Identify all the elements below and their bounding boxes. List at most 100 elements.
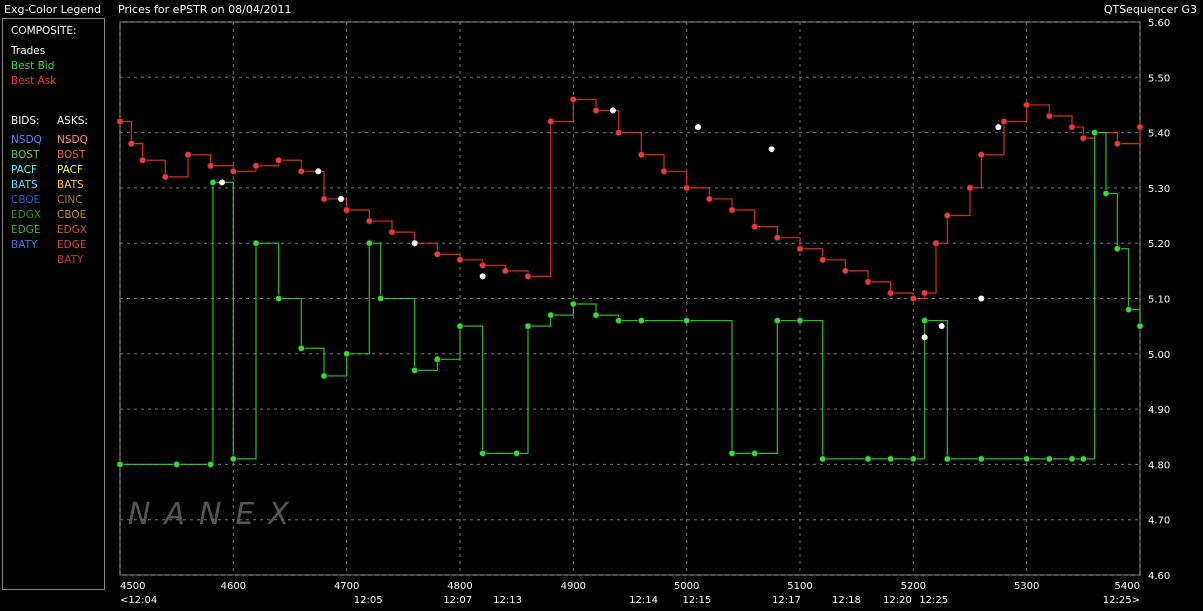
point-best-bid xyxy=(456,322,464,330)
point-best-bid xyxy=(1113,245,1121,253)
point-best-ask xyxy=(139,156,147,164)
y-tick-label: 4.70 xyxy=(1148,516,1170,527)
point-best-ask xyxy=(127,140,135,148)
y-tick-label: 5.30 xyxy=(1148,184,1170,195)
price-chart-svg: NANEX 5.60 5.50 5.40 5.30 5.20 5.10 5.00 4.90 4.8… xyxy=(116,18,1170,606)
time-label: 12:20 xyxy=(883,595,912,606)
point-trades xyxy=(995,124,1002,131)
point-trades xyxy=(479,273,486,280)
point-best-ask xyxy=(615,129,623,137)
point-best-bid xyxy=(411,366,419,374)
point-best-bid xyxy=(252,239,260,247)
point-best-ask xyxy=(943,211,951,220)
x-tick-label: 5000 xyxy=(674,581,699,592)
y-tick-label: 4.90 xyxy=(1148,405,1170,416)
x-tick-label: 5100 xyxy=(787,581,812,592)
point-best-bid xyxy=(207,460,215,468)
point-best-ask xyxy=(433,250,441,258)
point-best-bid xyxy=(116,460,124,468)
point-best-ask xyxy=(796,245,804,253)
point-best-ask xyxy=(184,151,192,159)
price-chart: NANEX 5.60 5.50 5.40 5.30 5.20 5.10 5.00 4.90 4.8… xyxy=(0,0,1203,607)
y-tick-label: 5.10 xyxy=(1148,295,1170,306)
point-best-ask xyxy=(1136,123,1144,131)
point-best-ask xyxy=(909,294,917,303)
point-best-ask xyxy=(705,195,713,203)
point-best-bid xyxy=(1102,189,1110,198)
point-best-bid xyxy=(547,311,555,319)
point-best-ask xyxy=(275,156,283,164)
point-best-bid xyxy=(1045,455,1053,463)
x-tick-label: 4500 xyxy=(120,581,145,592)
point-best-ask xyxy=(637,151,645,159)
point-best-ask xyxy=(320,195,328,203)
point-best-ask xyxy=(887,289,895,297)
point-best-bid xyxy=(1125,305,1133,314)
point-best-ask xyxy=(1000,117,1008,126)
x-tick-label: 5400 xyxy=(1115,581,1140,592)
time-label: 12:05 xyxy=(354,595,383,606)
time-label: 12:17 xyxy=(772,595,801,606)
point-best-ask xyxy=(569,95,577,104)
point-best-ask xyxy=(841,267,849,275)
point-best-bid xyxy=(343,350,351,358)
point-best-ask xyxy=(388,228,396,236)
point-best-bid xyxy=(909,455,917,463)
point-trades xyxy=(337,195,344,202)
nanex-watermark: NANEX xyxy=(128,497,303,532)
point-best-bid xyxy=(921,317,929,325)
point-best-ask xyxy=(1023,101,1031,109)
point-best-bid xyxy=(819,455,827,463)
point-best-ask xyxy=(1079,134,1087,142)
point-best-bid xyxy=(1091,129,1099,137)
point-best-bid xyxy=(229,455,237,463)
time-label: 12:15 xyxy=(682,595,711,606)
x-tick-label: 4900 xyxy=(561,581,586,592)
point-best-ask xyxy=(365,217,373,225)
point-best-ask xyxy=(660,167,668,175)
point-best-bid xyxy=(1023,455,1031,463)
point-best-ask xyxy=(819,256,827,264)
point-best-bid xyxy=(1068,455,1076,463)
point-best-ask xyxy=(592,106,600,115)
point-best-ask xyxy=(683,184,691,192)
x-tick-label: 4800 xyxy=(447,581,472,592)
point-best-ask xyxy=(252,162,260,170)
point-best-ask xyxy=(921,289,929,297)
point-trades xyxy=(218,179,225,186)
point-trades xyxy=(695,124,702,131)
point-best-bid xyxy=(887,455,895,463)
point-best-ask xyxy=(751,223,759,231)
point-best-bid xyxy=(796,317,804,325)
point-best-ask xyxy=(297,167,305,175)
point-best-ask xyxy=(116,117,124,126)
y-tick-label: 5.20 xyxy=(1148,239,1170,250)
y-tick-label: 5.60 xyxy=(1148,18,1170,29)
point-best-ask xyxy=(864,278,872,286)
point-best-bid xyxy=(479,449,487,457)
y-tick-label: 4.80 xyxy=(1148,460,1170,471)
point-best-bid xyxy=(173,460,181,468)
point-best-ask xyxy=(456,256,464,264)
time-label: 12:18 xyxy=(832,595,861,606)
time-label: 12:13 xyxy=(493,595,522,606)
point-best-bid xyxy=(977,455,985,463)
plot-frame xyxy=(119,21,1141,576)
point-best-bid xyxy=(943,455,951,463)
point-best-ask xyxy=(1045,112,1053,120)
y-tick-label: 5.40 xyxy=(1148,129,1170,140)
point-best-ask xyxy=(773,234,781,242)
point-best-bid xyxy=(615,317,623,325)
point-best-bid xyxy=(433,355,441,363)
point-best-bid xyxy=(637,317,645,325)
point-best-bid xyxy=(592,311,600,319)
point-best-ask xyxy=(1068,123,1076,131)
point-trades xyxy=(411,240,418,247)
point-trades xyxy=(978,295,985,302)
point-best-ask xyxy=(932,239,940,247)
x-tick-label: 4700 xyxy=(334,581,359,592)
point-best-bid xyxy=(513,449,521,457)
x-tick-label: 4600 xyxy=(221,581,246,592)
point-best-ask xyxy=(343,206,351,214)
time-label: <12:04 xyxy=(120,595,157,606)
